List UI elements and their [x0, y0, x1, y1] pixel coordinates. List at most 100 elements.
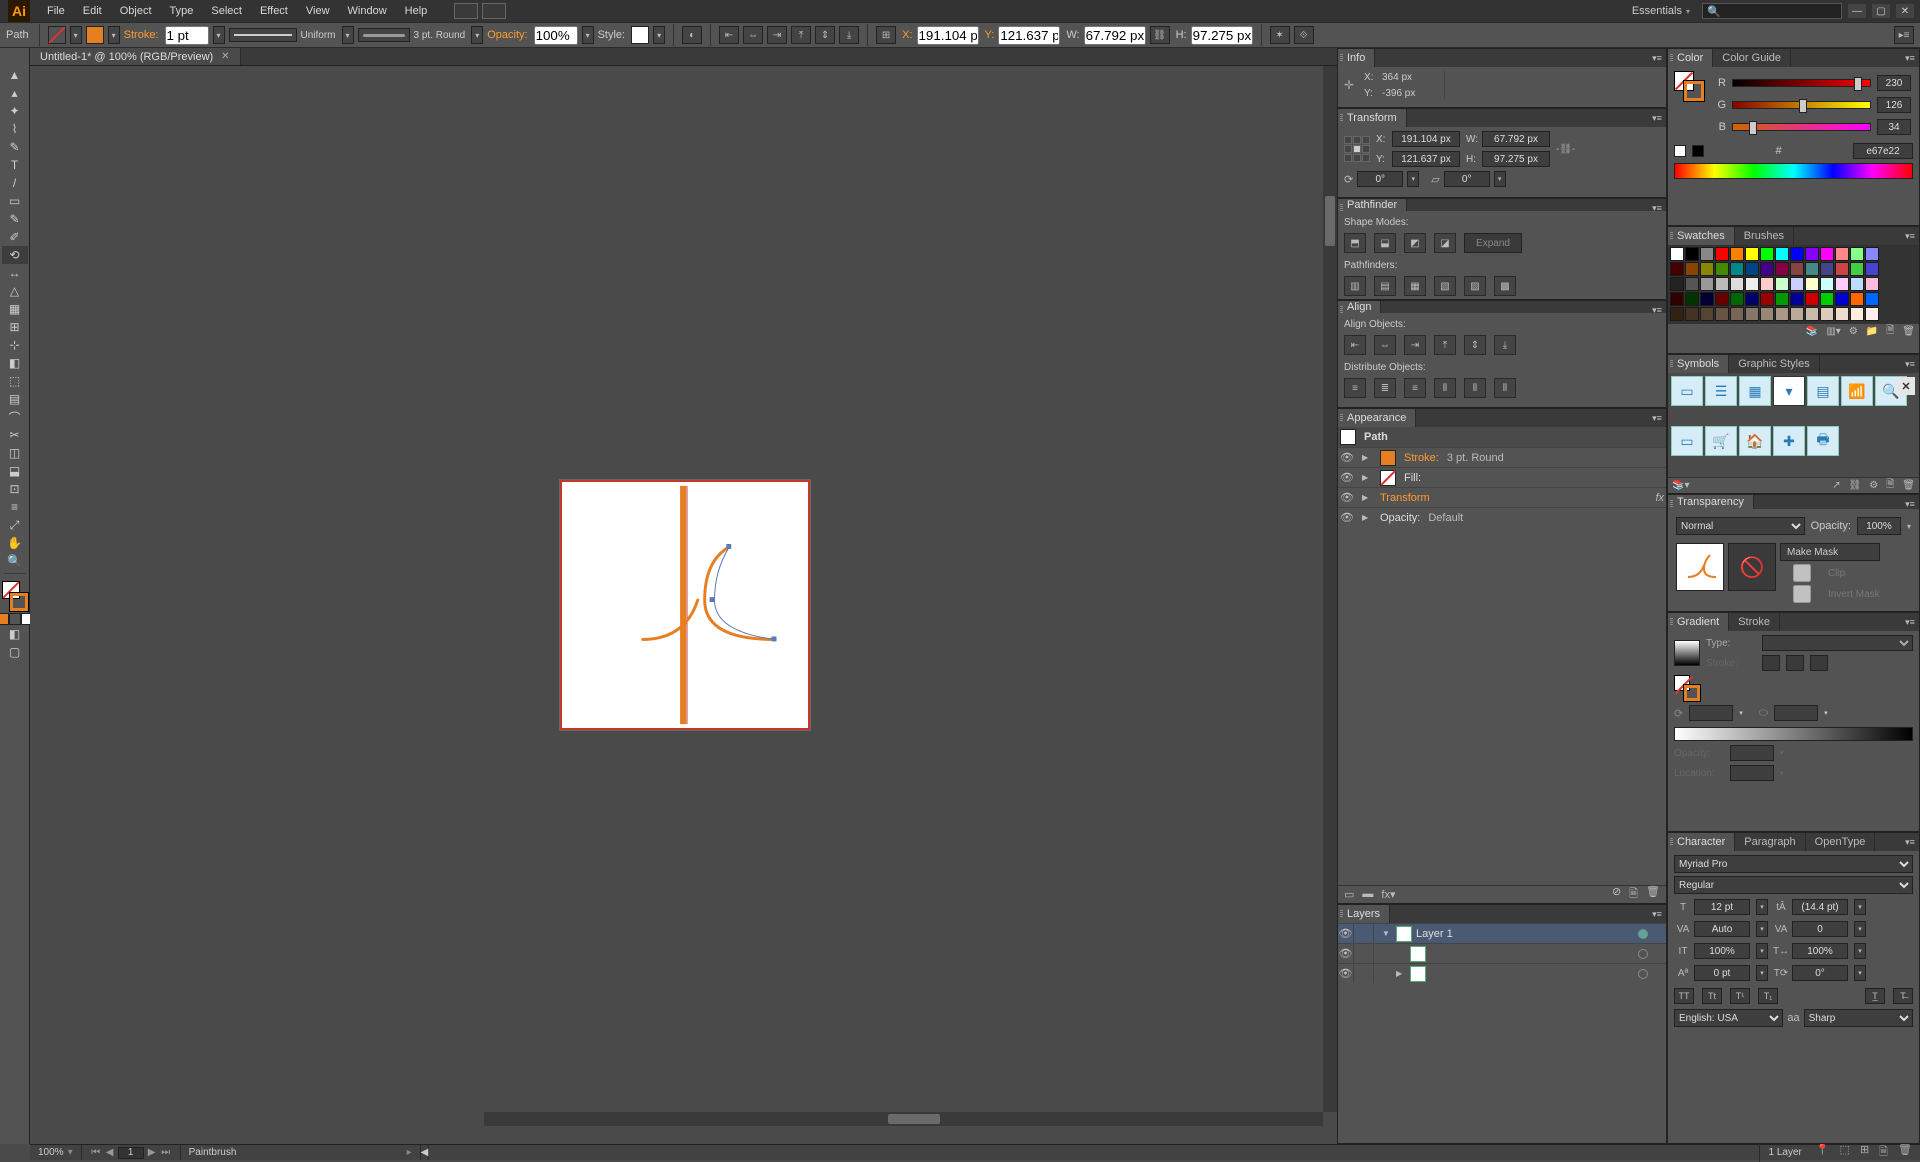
- menu-file[interactable]: File: [38, 0, 74, 22]
- tool-23[interactable]: ⊡: [2, 480, 28, 498]
- align-vcenter-icon[interactable]: ⇕: [1464, 335, 1486, 355]
- color-fill-stroke-chips[interactable]: [1674, 71, 1704, 101]
- exclude-icon[interactable]: ◪: [1434, 233, 1456, 253]
- place-symbol-icon[interactable]: ↗: [1832, 480, 1840, 491]
- swatch-item[interactable]: [1715, 307, 1729, 321]
- panel-menu-icon[interactable]: ▾≡: [1904, 498, 1916, 510]
- align-top-icon[interactable]: ⤒: [791, 26, 811, 44]
- symbol-item[interactable]: ▤: [1807, 376, 1839, 406]
- swatch-item[interactable]: [1700, 262, 1714, 276]
- tab-symbols[interactable]: Symbols: [1668, 355, 1729, 373]
- tab-opentype[interactable]: OpenType: [1806, 833, 1876, 851]
- swatch-item[interactable]: [1775, 277, 1789, 291]
- dist-bottom-icon[interactable]: ≡: [1404, 378, 1426, 398]
- new-layer-icon[interactable]: 🗎: [1879, 1143, 1888, 1162]
- divide-icon[interactable]: ▥: [1344, 276, 1366, 296]
- swatch-item[interactable]: [1775, 262, 1789, 276]
- align-left-icon[interactable]: ⇤: [719, 26, 739, 44]
- swatch-item[interactable]: [1775, 307, 1789, 321]
- color-spectrum[interactable]: [1674, 163, 1913, 179]
- menu-view[interactable]: View: [297, 0, 339, 22]
- tracking-input[interactable]: [1792, 921, 1848, 937]
- swatch-item[interactable]: [1760, 262, 1774, 276]
- tab-info[interactable]: Info: [1338, 49, 1375, 67]
- current-tool-label[interactable]: Paintbrush ▸: [181, 1145, 421, 1160]
- link-wh-icon[interactable]: ⛓: [1150, 26, 1170, 44]
- hscale-input[interactable]: [1792, 943, 1848, 959]
- gradient-fill-stroke-chips[interactable]: [1674, 675, 1700, 701]
- symbol-item[interactable]: ▦: [1739, 376, 1771, 406]
- symbol-item[interactable]: ▾: [1773, 376, 1805, 406]
- variable-width-profile[interactable]: [229, 28, 297, 42]
- appearance-row[interactable]: 👁▶Stroke:3 pt. Round: [1338, 447, 1666, 467]
- swatch-item[interactable]: [1820, 277, 1834, 291]
- align-hcenter-icon[interactable]: ⇔: [1374, 335, 1396, 355]
- appearance-row[interactable]: 👁▶Transformfx: [1338, 487, 1666, 507]
- rotate-input[interactable]: [1357, 171, 1403, 187]
- swatch-item[interactable]: [1865, 262, 1879, 276]
- gradient-swatch[interactable]: [1674, 640, 1700, 666]
- tab-transparency[interactable]: Transparency: [1668, 495, 1754, 509]
- swatch-item[interactable]: [1685, 262, 1699, 276]
- symbol-options-icon[interactable]: ⚙: [1869, 480, 1878, 491]
- swatch-item[interactable]: [1820, 247, 1834, 261]
- swatch-item[interactable]: [1685, 277, 1699, 291]
- swatch-item[interactable]: [1850, 262, 1864, 276]
- align-top-icon[interactable]: ⤒: [1434, 335, 1456, 355]
- swatch-item[interactable]: [1715, 277, 1729, 291]
- swatch-item[interactable]: [1685, 247, 1699, 261]
- shape-tool-icon[interactable]: ✶: [1270, 26, 1290, 44]
- tool-17[interactable]: ⬚: [2, 372, 28, 390]
- brush-definition[interactable]: [358, 28, 410, 42]
- transform-h-input[interactable]: [1482, 151, 1550, 167]
- reference-point-selector[interactable]: [1344, 136, 1370, 162]
- close-tab-icon[interactable]: ✕: [221, 51, 229, 62]
- add-effect-icon[interactable]: fx▾: [1381, 888, 1395, 901]
- outline-icon[interactable]: ▨: [1464, 276, 1486, 296]
- swatch-item[interactable]: [1685, 307, 1699, 321]
- new-symbol-icon[interactable]: 🗎: [1886, 477, 1894, 494]
- swatch-item[interactable]: [1715, 292, 1729, 306]
- menu-object[interactable]: Object: [111, 0, 161, 22]
- tool-4[interactable]: ✎: [2, 138, 28, 156]
- swatch-options-icon[interactable]: ⚙: [1849, 326, 1858, 337]
- merge-icon[interactable]: ▦: [1404, 276, 1426, 296]
- antialias-select[interactable]: Sharp: [1804, 1009, 1913, 1027]
- document-tab[interactable]: Untitled-1* @ 100% (RGB/Preview) ✕: [30, 48, 241, 65]
- tool-0[interactable]: ▲: [2, 66, 28, 84]
- tool-19[interactable]: ⌒: [2, 408, 28, 426]
- align-right-icon[interactable]: ⇥: [767, 26, 787, 44]
- gradient-type-select[interactable]: [1762, 635, 1913, 651]
- zoom-level[interactable]: 100%▾: [30, 1145, 82, 1160]
- swatch-item[interactable]: [1805, 247, 1819, 261]
- swatch-item[interactable]: [1700, 292, 1714, 306]
- swatch-item[interactable]: [1835, 247, 1849, 261]
- tab-color[interactable]: Color: [1668, 49, 1713, 67]
- vertical-scrollbar[interactable]: [1323, 66, 1337, 1112]
- swatch-grid[interactable]: [1668, 245, 1919, 323]
- swatch-item[interactable]: [1835, 292, 1849, 306]
- tab-character[interactable]: Character: [1668, 833, 1735, 851]
- swatch-item[interactable]: [1805, 292, 1819, 306]
- panel-menu-icon[interactable]: ▾≡: [1651, 52, 1663, 64]
- swatch-item[interactable]: [1670, 307, 1684, 321]
- tool-18[interactable]: ▤: [2, 390, 28, 408]
- dist-left-icon[interactable]: ⦀: [1434, 378, 1456, 398]
- dist-top-icon[interactable]: ≡: [1344, 378, 1366, 398]
- new-stroke-icon[interactable]: ▭: [1344, 888, 1354, 901]
- swatch-item[interactable]: [1790, 307, 1804, 321]
- h-input[interactable]: [1191, 26, 1253, 45]
- tool-7[interactable]: ▭: [2, 192, 28, 210]
- strikethrough-icon[interactable]: T̶: [1893, 988, 1913, 1004]
- tool-10[interactable]: ⟲: [2, 246, 28, 264]
- minimize-button[interactable]: —: [1848, 4, 1866, 18]
- color-mode-icon[interactable]: [0, 613, 9, 625]
- swatch-item[interactable]: [1850, 292, 1864, 306]
- clear-appearance-icon[interactable]: ⊘: [1612, 885, 1621, 904]
- tool-8[interactable]: ✎: [2, 210, 28, 228]
- symbol-item[interactable]: 🛒: [1705, 426, 1737, 456]
- horizontal-scrollbar[interactable]: [484, 1112, 1323, 1126]
- swatch-item[interactable]: [1730, 277, 1744, 291]
- minus-back-icon[interactable]: ▩: [1494, 276, 1516, 296]
- crop-icon[interactable]: ▧: [1434, 276, 1456, 296]
